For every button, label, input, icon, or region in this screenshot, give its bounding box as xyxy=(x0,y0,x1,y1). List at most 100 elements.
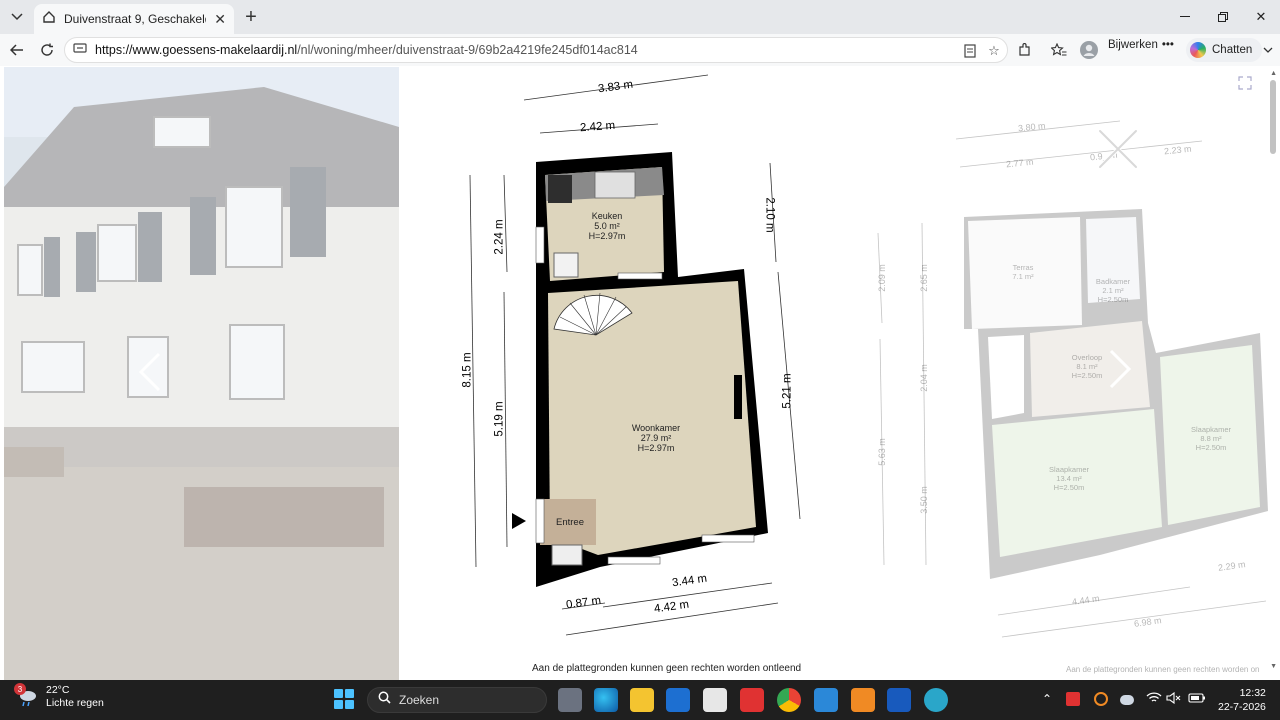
refresh-icon[interactable] xyxy=(35,39,59,61)
scroll-down-icon[interactable]: ▼ xyxy=(1270,663,1277,670)
ff-dim-left-e: 3.50 m xyxy=(918,486,929,514)
room-label-terras: Terras 7.1 m² xyxy=(998,263,1048,281)
more-icon: ••• xyxy=(1161,39,1174,51)
dim-kitchen-width: 2.42 m xyxy=(579,119,616,135)
scroll-up-icon[interactable]: ▲ xyxy=(1270,70,1277,77)
search-icon xyxy=(378,691,391,709)
room-area: 5.0 m² xyxy=(594,221,620,231)
word-icon[interactable] xyxy=(887,688,911,712)
ff-dim-left-d: 2.04 m xyxy=(918,364,929,392)
favorites-icon[interactable] xyxy=(1047,39,1071,61)
room-name: Keuken xyxy=(591,211,623,221)
windows-start-icon[interactable] xyxy=(334,689,354,709)
site-info-icon[interactable] xyxy=(73,41,87,60)
task-view-icon[interactable] xyxy=(558,688,582,712)
url-text: https://www.goessens-makelaardij.nl/nl/w… xyxy=(95,43,638,57)
chatten-label: Chatten xyxy=(1212,44,1253,56)
chrome-icon[interactable] xyxy=(777,688,801,712)
active-tab[interactable]: Duivenstraat 9, Geschakelde wonin ✕ xyxy=(34,4,234,34)
store-icon[interactable] xyxy=(703,688,727,712)
dim-right-kitchen: 2.10 m xyxy=(763,197,776,233)
photos-icon[interactable] xyxy=(814,688,838,712)
update-button[interactable]: Bijwerken ••• xyxy=(1108,39,1174,51)
room-area: 27.9 m² xyxy=(640,433,672,443)
back-icon[interactable] xyxy=(5,39,29,61)
app-globe-icon[interactable] xyxy=(924,688,948,712)
room-name: Slaapkamer xyxy=(1048,465,1090,474)
profile-icon[interactable] xyxy=(1077,39,1101,61)
taskbar-search[interactable]: Zoeken xyxy=(367,687,547,713)
fullscreen-icon[interactable] xyxy=(1238,76,1254,92)
copilot-icon xyxy=(1190,42,1206,58)
home-icon xyxy=(42,10,56,29)
extensions-icon[interactable] xyxy=(1012,39,1036,61)
copilot-chat-button[interactable]: Chatten xyxy=(1186,38,1263,62)
plus-icon[interactable]: + xyxy=(240,6,262,28)
scrollbar-thumb[interactable] xyxy=(1270,80,1276,154)
ff-dim-left-b: 5.63 m xyxy=(876,438,887,466)
room-height: H=2.50m xyxy=(1195,443,1227,452)
clock-date: 22-7-2026 xyxy=(1218,701,1266,713)
room-label-entree: Entree xyxy=(556,517,584,528)
ground-floor-disclaimer: Aan de plattegronden kunnen geen rechten… xyxy=(532,663,802,674)
room-height: H=2.50m xyxy=(1097,295,1129,304)
favorite-star-icon[interactable]: ☆ xyxy=(985,42,1003,60)
clock-time: 12:32 xyxy=(1239,687,1266,699)
ff-dim-left-a: 2.09 m xyxy=(876,264,887,292)
weather-temp: 22°C xyxy=(46,684,70,696)
close-icon[interactable] xyxy=(1094,125,1142,173)
chevron-up-icon[interactable]: ⌃ xyxy=(1042,692,1052,706)
room-area: 7.1 m² xyxy=(1012,272,1034,281)
weather-widget[interactable]: 3 22°C Lichte regen xyxy=(14,683,104,710)
search-placeholder: Zoeken xyxy=(399,693,440,707)
room-area: 2.1 m² xyxy=(1102,286,1124,295)
room-height: H=2.97m xyxy=(637,443,675,453)
app-icon[interactable] xyxy=(851,688,875,712)
tray-wps-icon[interactable] xyxy=(1066,692,1080,706)
outlook-icon[interactable] xyxy=(666,688,690,712)
weather-desc: Lichte regen xyxy=(46,697,104,709)
first-floor-disclaimer: Aan de plattegronden kunnen geen rechten… xyxy=(1066,665,1260,674)
room-name: Slaapkamer xyxy=(1190,425,1232,434)
file-explorer-icon[interactable] xyxy=(630,688,654,712)
tray-cloud-icon[interactable] xyxy=(1120,695,1134,705)
wifi-icon[interactable] xyxy=(1146,692,1162,707)
chevron-down-icon[interactable] xyxy=(1256,39,1280,61)
close-icon[interactable]: ✕ xyxy=(214,11,226,28)
edge-browser-icon[interactable] xyxy=(594,688,618,712)
weather-badge: 3 xyxy=(14,683,26,695)
entrance-arrow-icon xyxy=(512,513,526,529)
speaker-muted-icon[interactable] xyxy=(1166,691,1182,707)
room-name: Woonkamer xyxy=(631,423,681,433)
clock[interactable]: 12:32 22-7-2026 xyxy=(1218,686,1266,714)
next-arrow-icon[interactable] xyxy=(1100,349,1140,389)
room-area: 8.8 m² xyxy=(1200,434,1222,443)
previous-arrow-icon[interactable] xyxy=(130,352,170,392)
tray-sync-icon[interactable] xyxy=(1094,692,1108,706)
wps-office-icon[interactable] xyxy=(740,688,764,712)
address-bar[interactable]: https://www.goessens-makelaardij.nl/nl/w… xyxy=(64,37,1008,63)
weather-text: 22°C Lichte regen xyxy=(46,684,104,710)
close-window-icon[interactable]: ✕ xyxy=(1238,0,1280,34)
dim-right-living: 5.21 m xyxy=(781,373,794,409)
navigation-bar: https://www.goessens-makelaardij.nl/nl/w… xyxy=(0,34,1280,66)
floorplan-svg xyxy=(469,74,1268,638)
battery-icon[interactable] xyxy=(1188,692,1206,707)
weather-rain-icon: 3 xyxy=(14,683,38,708)
room-height: H=2.97m xyxy=(588,231,626,241)
dim-left-living: 5.19 m xyxy=(493,401,506,437)
room-label-keuken: Keuken 5.0 m² H=2.97m xyxy=(582,211,632,241)
room-label-slaapkamer-2: Slaapkamer 13.4 m² H=2.50m xyxy=(1044,465,1094,492)
room-label-badkamer: Badkamer 2.1 m² H=2.50m xyxy=(1088,277,1138,304)
tab-list-icon[interactable] xyxy=(5,6,29,28)
ff-dim-left-c: 2.65 m xyxy=(918,264,929,292)
reader-icon[interactable] xyxy=(961,42,979,60)
room-name: Terras xyxy=(1012,263,1034,272)
house-photo xyxy=(4,67,399,680)
room-label-woonkamer: Woonkamer 27.9 m² H=2.97m xyxy=(624,423,688,453)
update-label: Bijwerken xyxy=(1108,39,1158,51)
photo-overlay xyxy=(4,67,399,680)
room-label-slaapkamer-1: Slaapkamer 8.8 m² H=2.50m xyxy=(1186,425,1236,452)
room-name: Badkamer xyxy=(1095,277,1131,286)
page-content: 3.83 m 2.42 m 8.15 m 2.24 m 5.19 m 2.10 … xyxy=(4,67,1276,680)
